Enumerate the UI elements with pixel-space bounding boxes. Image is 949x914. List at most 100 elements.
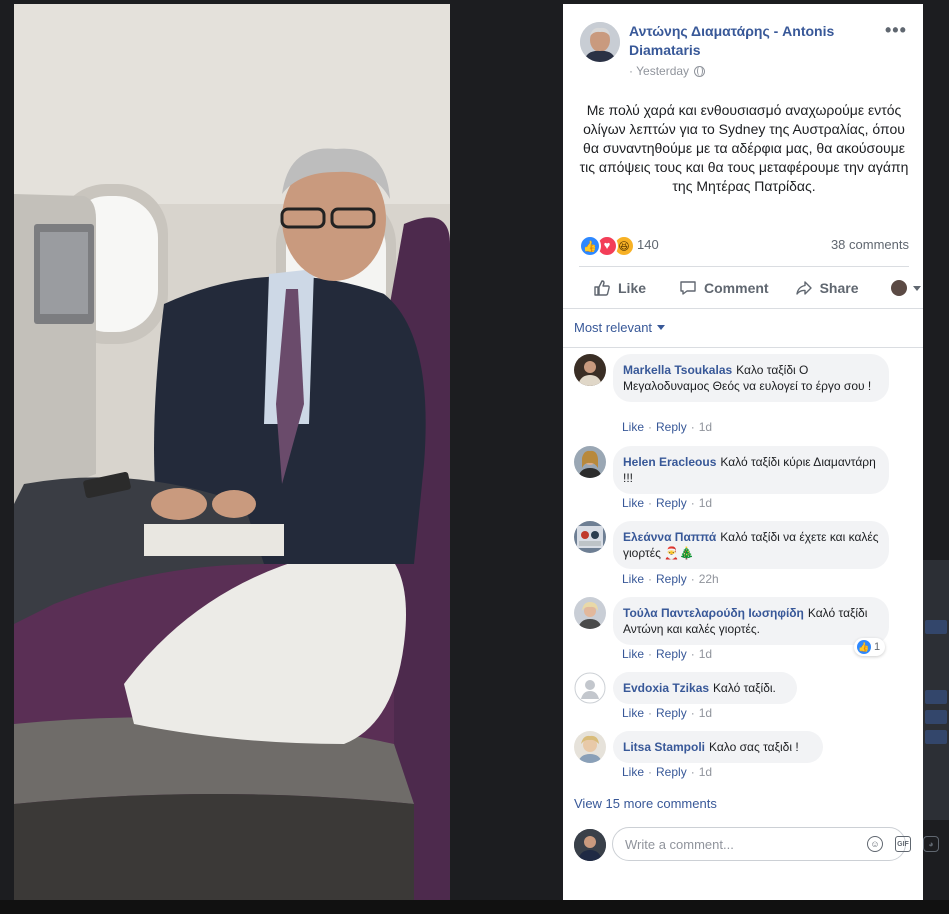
commenter-avatar-image [574, 597, 606, 629]
bottom-strip [0, 900, 949, 914]
background-text-block [925, 620, 947, 634]
reactions-summary[interactable]: 👍 ♥ 😆 140 38 comments [579, 235, 909, 257]
comment-time[interactable]: 1d [699, 765, 712, 779]
user-avatar [890, 280, 907, 296]
comment-actions: Like · Reply · 1d [622, 496, 713, 510]
post-actions: Like Comment Share [579, 266, 921, 309]
background-text-block [925, 710, 947, 724]
post-text: Με πολύ χαρά και ενθουσιασμό αναχωρούμε … [579, 102, 909, 194]
comment-bubble: Evdoxia Tzikas Καλό ταξίδι. [613, 672, 797, 704]
commenter-avatar[interactable] [574, 597, 606, 629]
reaction-icons: 👍 ♥ 😆 [579, 235, 635, 257]
background-text-block [925, 690, 947, 704]
comment-like-link[interactable]: Like [622, 647, 644, 661]
post-time[interactable]: · Yesterday [629, 64, 689, 78]
like-button-label: Like [618, 280, 647, 296]
comment-actions: Like · Reply · 1d [622, 647, 713, 661]
thumbs-up-icon: 👍 [857, 640, 871, 654]
comment-time[interactable]: 1d [699, 420, 712, 434]
commenter-name[interactable]: Helen Eracleous [623, 455, 716, 469]
comment-actions: Like · Reply · 22h [622, 572, 719, 586]
comment-bubble: Markella Tsoukalas Καλο ταξίδι Ο Μεγαλοδυ… [613, 354, 889, 402]
reaction-count[interactable]: 140 [637, 237, 659, 252]
comment-bubble: Litsa Stampoli Καλο σας ταξιδι ! [613, 731, 823, 763]
commenter-avatar-image [574, 731, 606, 763]
comment-button-label: Comment [704, 280, 769, 296]
comment-composer: Write a comment... ☺ GIF ◕ [574, 827, 939, 863]
post-photo[interactable] [14, 4, 450, 900]
comment-reply-link[interactable]: Reply [656, 647, 687, 661]
commenter-name[interactable]: Evdoxia Tzikas [623, 681, 709, 695]
comment-like-link[interactable]: Like [622, 496, 644, 510]
commenter-name[interactable]: Litsa Stampoli [623, 740, 705, 754]
comment-time[interactable]: 1d [699, 647, 712, 661]
view-more-comments-link[interactable]: View 15 more comments [574, 796, 717, 811]
comment-time[interactable]: 22h [699, 572, 719, 586]
share-button[interactable]: Share [795, 268, 859, 308]
comment-text: Καλό ταξίδι. [713, 681, 776, 695]
comment-like-count: 1 [874, 641, 881, 653]
comment-bubble: Ελεάννα Παππά Καλό ταξίδι να έχετε και κα… [613, 521, 889, 569]
chevron-down-icon [912, 285, 921, 291]
globe-icon [694, 65, 706, 77]
share-arrow-icon [795, 281, 812, 295]
comment-bubble: Τούλα Παντελαρούδη Ιωσηφίδη Καλό ταξίδι Α… [613, 597, 889, 645]
comment-actions: Like · Reply · 1d [622, 420, 713, 434]
comment-input-placeholder: Write a comment... [625, 837, 734, 852]
emoji-icon[interactable]: ☺ [867, 836, 883, 852]
sort-dropdown[interactable]: Most relevant [574, 320, 666, 335]
background-page-edge [923, 560, 949, 820]
current-user-avatar-image [574, 829, 606, 861]
comment-like-count-badge[interactable]: 👍 1 [854, 638, 886, 656]
author-avatar-image [580, 22, 620, 62]
comment-time[interactable]: 1d [699, 706, 712, 720]
comment-actions: Like · Reply · 1d [622, 706, 713, 720]
default-avatar-icon [574, 672, 606, 704]
comment-reply-link[interactable]: Reply [656, 765, 687, 779]
comment-reply-link[interactable]: Reply [656, 496, 687, 510]
sticker-icon[interactable]: ◕ [923, 836, 939, 852]
comment-count-link[interactable]: 38 comments [831, 237, 909, 252]
author-name[interactable]: Αντώνης Διαματάρης - Antonis Diamataris [629, 22, 859, 60]
comment-sort-bar: Most relevant [563, 308, 923, 348]
airplane-seat-photo [14, 4, 450, 900]
comment-time[interactable]: 1d [699, 496, 712, 510]
gif-icon[interactable]: GIF [895, 836, 911, 852]
commenter-avatar-image [574, 446, 606, 478]
commenter-name[interactable]: Τούλα Παντελαρούδη Ιωσηφίδη [623, 606, 804, 620]
comment-button[interactable]: Comment [679, 268, 769, 308]
comment-input[interactable]: Write a comment... ☺ GIF ◕ [612, 827, 939, 861]
comment-like-link[interactable]: Like [622, 706, 644, 720]
comment-reply-link[interactable]: Reply [656, 572, 687, 586]
post-header: Αντώνης Διαματάρης - Antonis Diamataris … [563, 4, 923, 89]
commenter-avatar-image [574, 521, 606, 553]
comment-bubble-icon [680, 281, 696, 295]
like-button[interactable]: Like [593, 268, 646, 308]
comment-reply-link[interactable]: Reply [656, 420, 687, 434]
comment-text: Καλο σας ταξιδι ! [709, 740, 799, 754]
comment-reply-link[interactable]: Reply [656, 706, 687, 720]
comment-like-link[interactable]: Like [622, 420, 644, 434]
comment-actions: Like · Reply · 1d [622, 765, 713, 779]
more-options-icon[interactable]: ••• [885, 20, 907, 41]
author-avatar[interactable] [580, 22, 620, 62]
comment-like-link[interactable]: Like [622, 572, 644, 586]
post-meta: · Yesterday [629, 64, 706, 78]
thumbs-up-icon [594, 280, 610, 296]
share-button-label: Share [819, 280, 859, 296]
current-user-avatar [574, 829, 606, 861]
commenter-avatar[interactable] [574, 354, 606, 386]
comment-like-link[interactable]: Like [622, 765, 644, 779]
background-text-block [925, 730, 947, 744]
react-as-selector[interactable] [890, 280, 921, 296]
post-panel: Αντώνης Διαματάρης - Antonis Diamataris … [563, 4, 939, 900]
commenter-avatar[interactable] [574, 731, 606, 763]
comment-bubble: Helen Eracleous Καλό ταξίδι κύριε Διαμαντ… [613, 446, 889, 494]
commenter-avatar[interactable] [574, 446, 606, 478]
commenter-avatar[interactable] [574, 521, 606, 553]
commenter-avatar-image [574, 354, 606, 386]
commenter-name[interactable]: Markella Tsoukalas [623, 363, 732, 377]
commenter-name[interactable]: Ελεάννα Παππά [623, 530, 716, 544]
like-reaction-icon: 👍 [579, 235, 601, 257]
commenter-avatar[interactable] [574, 672, 606, 704]
